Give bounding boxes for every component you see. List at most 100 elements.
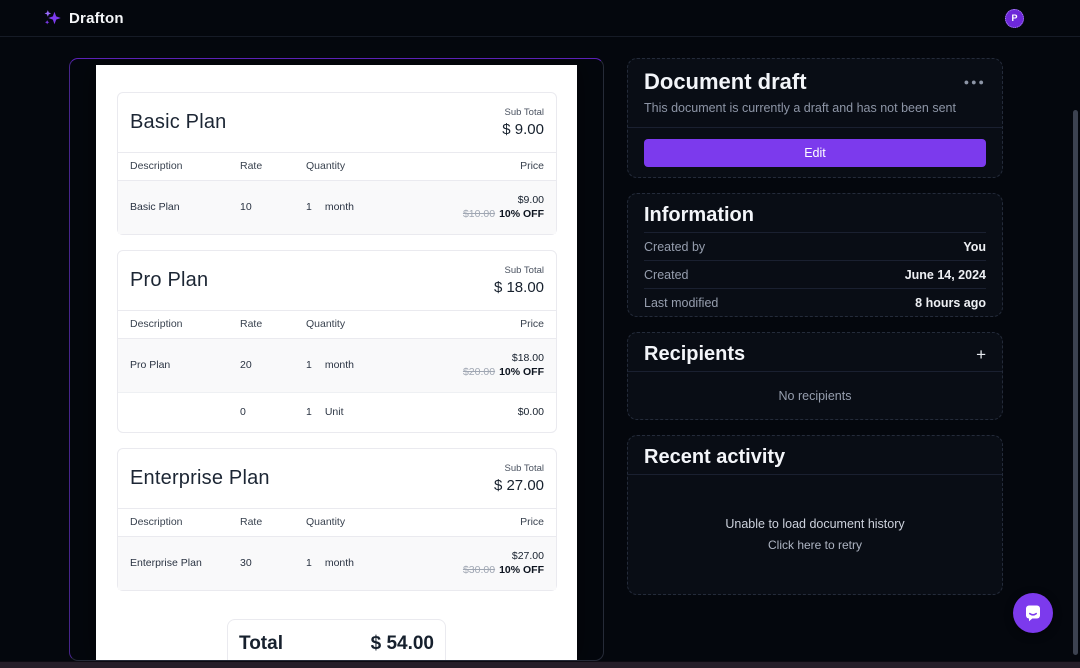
information-card: Information Created by You Created June … <box>627 193 1003 317</box>
plan-header: Basic Plan Sub Total $ 9.00 <box>118 93 556 152</box>
price-original: $20.00 <box>463 366 495 378</box>
row-rate: 0 <box>240 406 306 418</box>
price-current: $0.00 <box>518 405 544 420</box>
draft-card-title: Document draft <box>644 69 807 95</box>
table-row: Enterprise Plan 30 1 month $27.00 $30.00… <box>118 537 556 590</box>
document-preview-frame: Basic Plan Sub Total $ 9.00 Description … <box>69 58 604 661</box>
col-rate: Rate <box>240 160 306 172</box>
info-row-created: Created June 14, 2024 <box>644 260 986 288</box>
no-recipients-text: No recipients <box>628 372 1002 419</box>
quantity-value: 1 <box>306 201 312 213</box>
row-price: $27.00 $30.0010% OFF <box>463 549 544 578</box>
plan-subtotal: Sub Total $ 9.00 <box>502 107 544 138</box>
brand-logo[interactable]: Drafton <box>42 8 124 28</box>
table-header: Description Rate Quantity Price <box>118 508 556 537</box>
quantity-unit: Unit <box>325 406 344 418</box>
retry-link[interactable]: Click here to retry <box>768 538 862 552</box>
table-header: Description Rate Quantity Price <box>118 152 556 181</box>
quantity-value: 1 <box>306 557 312 569</box>
info-row-created-by: Created by You <box>644 232 986 260</box>
avatar-initial: P <box>1011 13 1017 23</box>
row-rate: 10 <box>240 201 306 213</box>
recent-activity-title: Recent activity <box>644 446 785 469</box>
row-rate: 30 <box>240 557 306 569</box>
subtotal-label: Sub Total <box>502 107 544 118</box>
col-price: Price <box>520 515 544 530</box>
total-label: Total <box>239 633 283 655</box>
row-description: Pro Plan <box>130 359 240 371</box>
chat-launcher-button[interactable] <box>1013 593 1053 633</box>
info-value: You <box>963 240 986 254</box>
table-header: Description Rate Quantity Price <box>118 310 556 339</box>
subtotal-value: $ 18.00 <box>494 279 544 296</box>
subtotal-value: $ 9.00 <box>502 121 544 138</box>
col-price: Price <box>520 317 544 332</box>
row-quantity: 1 month <box>306 557 463 569</box>
plan-card-basic: Basic Plan Sub Total $ 9.00 Description … <box>117 92 557 235</box>
row-quantity: 1 Unit <box>306 406 518 418</box>
row-price: $9.00 $10.0010% OFF <box>463 193 544 222</box>
recipients-card: Recipients + No recipients <box>627 332 1003 420</box>
draft-card-subtitle: This document is currently a draft and h… <box>644 101 986 115</box>
col-quantity: Quantity <box>306 318 520 330</box>
quantity-value: 1 <box>306 406 312 418</box>
row-price: $18.00 $20.00 10% OFF <box>463 351 544 380</box>
quantity-value: 1 <box>306 359 312 371</box>
document-page: Basic Plan Sub Total $ 9.00 Description … <box>96 65 577 660</box>
more-options-icon[interactable]: ●●● <box>964 69 986 87</box>
price-discount-line: $30.0010% OFF <box>463 564 544 576</box>
chat-icon <box>1023 603 1043 623</box>
price-current: $18.00 <box>463 351 544 366</box>
row-rate: 20 <box>240 359 306 371</box>
plan-card-enterprise: Enterprise Plan Sub Total $ 27.00 Descri… <box>117 448 557 591</box>
row-description: Enterprise Plan <box>130 557 240 569</box>
information-title: Information <box>644 204 754 227</box>
subtotal-value: $ 27.00 <box>494 477 544 494</box>
top-bar: Drafton P <box>0 0 1080 37</box>
add-recipient-icon[interactable]: + <box>976 346 986 363</box>
discount-badge: 10% OFF <box>499 208 544 220</box>
row-quantity: 1 month <box>306 359 463 371</box>
quantity-unit: month <box>325 201 354 213</box>
total-box: Total $ 54.00 <box>227 619 446 660</box>
plan-subtotal: Sub Total $ 18.00 <box>494 265 544 296</box>
price-discount-line: $10.0010% OFF <box>463 208 544 220</box>
price-current: $9.00 <box>463 193 544 208</box>
brand-name: Drafton <box>69 10 124 27</box>
row-description: Basic Plan <box>130 201 240 213</box>
discount-badge: 10% OFF <box>499 366 544 378</box>
info-label: Created <box>644 268 688 282</box>
subtotal-label: Sub Total <box>494 265 544 276</box>
horizontal-scrollbar-track <box>0 661 1080 668</box>
recent-activity-card: Recent activity Unable to load document … <box>627 435 1003 595</box>
plan-title: Basic Plan <box>130 111 227 134</box>
col-description: Description <box>130 516 240 528</box>
col-rate: Rate <box>240 318 306 330</box>
col-price: Price <box>520 159 544 174</box>
user-avatar[interactable]: P <box>1005 9 1024 28</box>
recipients-title: Recipients <box>644 343 745 366</box>
quantity-unit: month <box>325 557 354 569</box>
info-label: Created by <box>644 240 705 254</box>
sparkles-logo-icon <box>42 8 62 28</box>
col-rate: Rate <box>240 516 306 528</box>
info-value: 8 hours ago <box>915 296 986 310</box>
divider <box>628 127 1002 128</box>
row-price: $0.00 <box>518 405 544 420</box>
activity-error-text: Unable to load document history <box>725 517 904 531</box>
plan-title: Pro Plan <box>130 269 208 292</box>
subtotal-label: Sub Total <box>494 463 544 474</box>
col-quantity: Quantity <box>306 160 520 172</box>
table-row: Pro Plan 20 1 month $18.00 $20.00 10% OFF <box>118 339 556 392</box>
col-quantity: Quantity <box>306 516 520 528</box>
edit-button[interactable]: Edit <box>644 139 986 167</box>
plan-subtotal: Sub Total $ 27.00 <box>494 463 544 494</box>
col-description: Description <box>130 318 240 330</box>
price-original: $30.00 <box>463 564 495 576</box>
plan-header: Pro Plan Sub Total $ 18.00 <box>118 251 556 310</box>
table-row: 0 1 Unit $0.00 <box>118 392 556 432</box>
info-value: June 14, 2024 <box>905 268 986 282</box>
document-draft-card: Document draft ●●● This document is curr… <box>627 58 1003 178</box>
vertical-scrollbar-thumb[interactable] <box>1073 110 1078 655</box>
col-description: Description <box>130 160 240 172</box>
